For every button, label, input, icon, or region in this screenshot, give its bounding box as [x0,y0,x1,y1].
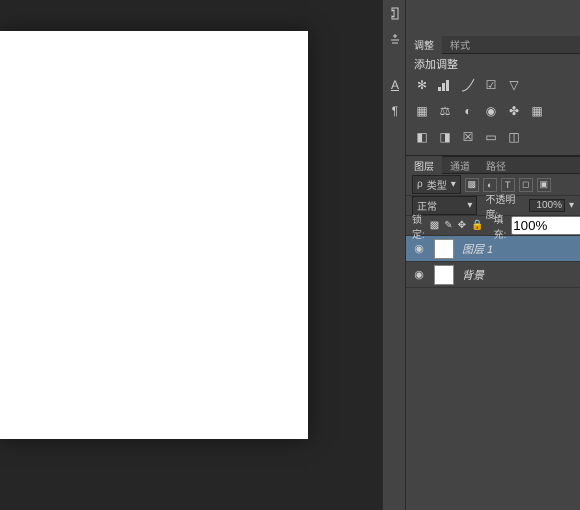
filter-shape-icon[interactable]: ◻ [519,178,533,192]
layers-list: ◉ 图层 1 ◉ 背景 [406,236,580,288]
tab-styles[interactable]: 样式 [442,35,478,54]
opacity-arrow-icon[interactable]: ▾ [569,200,574,211]
paragraph-icon[interactable]: ¶ [383,98,407,124]
invert-icon[interactable]: ◧ [414,129,430,145]
visibility-icon[interactable]: ◉ [412,242,426,256]
posterize-icon[interactable]: ◨ [437,129,453,145]
adjustment-icons-row1: ✻ ☑ ▽ [406,72,580,98]
filter-pixel-icon[interactable]: ▩ [465,178,479,192]
filter-adjust-icon[interactable]: ◐ [483,178,497,192]
add-adjustment-header: 添加调整 [406,54,580,72]
fill-label: 填充: [493,211,506,241]
brightness-icon[interactable]: ✻ [414,77,430,93]
threshold-icon[interactable]: ☒ [460,129,476,145]
gradientmap-icon[interactable]: ▭ [483,129,499,145]
tab-paths[interactable]: 路径 [478,156,514,175]
hue-icon[interactable]: ▦ [414,103,430,119]
character-icon[interactable]: A [383,72,407,98]
right-panels: 调整 样式 添加调整 ✻ ☑ ▽ ▦ ⚖ ◐ ◉ ✤ ▦ ◧ ◨ ☒ ▭ ◫ 图… [406,0,580,510]
brush-preset-icon[interactable] [383,26,407,52]
history-icon[interactable] [383,0,407,26]
opacity-input[interactable] [529,199,565,212]
lock-position-icon[interactable]: ✥ [458,220,466,231]
layers-tabbar: 图层 通道 路径 [406,156,580,174]
colorlookup-icon[interactable]: ▦ [529,103,545,119]
lock-label: 锁定: [412,211,425,241]
layer-name: 背景 [462,267,484,283]
layer-thumbnail[interactable] [434,265,454,285]
layer-thumbnail[interactable] [434,239,454,259]
tab-channels[interactable]: 通道 [442,156,478,175]
layer-name: 图层 1 [462,241,493,257]
collapsed-toolstrip: A ¶ [382,0,406,510]
filter-type-icon[interactable]: T [501,178,515,192]
visibility-icon[interactable]: ◉ [412,268,426,282]
bw-icon[interactable]: ◐ [460,103,476,119]
layer-item-1[interactable]: ◉ 图层 1 [406,236,580,262]
colorbalance-icon[interactable]: ⚖ [437,103,453,119]
selective-icon[interactable]: ◫ [506,129,522,145]
filter-smart-icon[interactable]: ▣ [537,178,551,192]
exposure-icon[interactable]: ☑ [483,77,499,93]
channelmixer-icon[interactable]: ✤ [506,103,522,119]
adjustment-icons-row2: ▦ ⚖ ◐ ◉ ✤ ▦ [406,98,580,124]
lock-row: 锁定: ▩ ✎ ✥ 🔒 填充: ▾ [406,216,580,236]
adjustments-tabbar: 调整 样式 [406,36,580,54]
filter-type-dropdown[interactable]: ρ类型▾ [412,175,461,194]
lock-transparent-icon[interactable]: ▩ [430,220,439,231]
canvas-document[interactable] [0,31,308,439]
lock-pixels-icon[interactable]: ✎ [444,220,452,231]
curves-icon[interactable] [460,77,476,93]
layer-item-background[interactable]: ◉ 背景 [406,262,580,288]
lock-all-icon[interactable]: 🔒 [471,220,483,231]
tab-adjustments[interactable]: 调整 [406,35,442,54]
adjustment-icons-row3: ◧ ◨ ☒ ▭ ◫ [406,124,580,150]
fill-input[interactable] [511,216,580,235]
tab-layers[interactable]: 图层 [406,156,442,175]
photofilter-icon[interactable]: ◉ [483,103,499,119]
vibrance-icon[interactable]: ▽ [506,77,522,93]
levels-icon[interactable] [437,77,453,93]
